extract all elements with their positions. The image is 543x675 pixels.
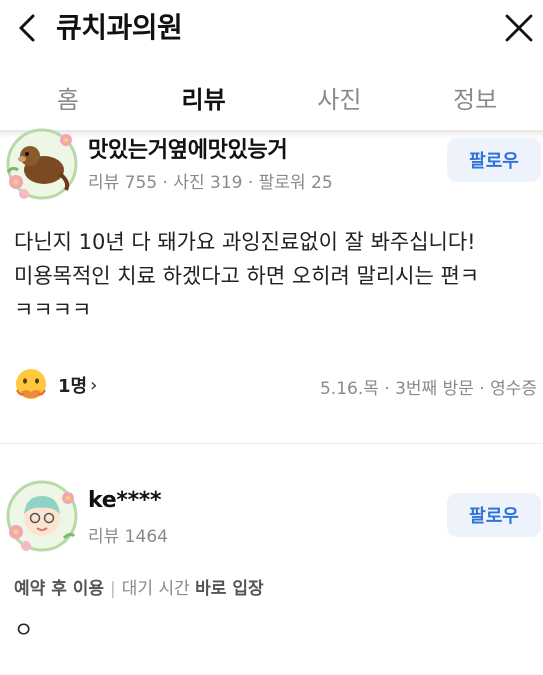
review-author-stats: 리뷰 755 · 사진 319 · 팔로워 25 (88, 173, 333, 193)
review-card: ke**** 리뷰 1464 팔로우 예약 후 이용 | 대기 시간 바로 입장 ㅇ (0, 478, 543, 675)
visit-info: 예약 후 이용 | 대기 시간 바로 입장 (14, 574, 264, 599)
emoji-face-icon (16, 369, 46, 399)
separator: | (110, 579, 116, 599)
wait-label: 대기 시간 (121, 579, 190, 599)
tab-bar: 홈 리뷰 사진 정보 (0, 64, 543, 130)
follow-button[interactable]: 팔로우 (447, 493, 541, 537)
tab-photos[interactable]: 사진 (272, 64, 408, 130)
page-title: 큐치과의원 (56, 11, 183, 44)
chevron-right-icon: › (90, 374, 98, 396)
tab-home[interactable]: 홈 (0, 64, 136, 130)
reaction-summary[interactable]: 1명 › (14, 368, 97, 402)
review-text[interactable]: 다닌지 10년 다 돼가요 과잉진료없이 잘 봐주십니다! 미용목적인 치료 하… (14, 225, 534, 327)
sea-otter-avatar-icon[interactable] (4, 126, 80, 202)
wait-value: 바로 입장 (195, 579, 264, 599)
review-username[interactable]: 맛있는거옆에맛있능거 (88, 132, 288, 164)
review-text[interactable]: ㅇ (14, 613, 534, 647)
review-card: 맛있는거옆에맛있능거 리뷰 755 · 사진 319 · 팔로워 25 팔로우 … (0, 128, 543, 442)
tab-reviews[interactable]: 리뷰 (136, 64, 272, 130)
back-button[interactable] (8, 8, 48, 48)
divider (0, 443, 543, 444)
close-icon (505, 14, 533, 42)
reservation-label: 예약 후 이용 (14, 579, 105, 599)
header: 큐치과의원 (0, 0, 543, 56)
tab-info[interactable]: 정보 (407, 64, 543, 130)
reaction-count: 1명 (58, 376, 88, 397)
person-avatar-icon[interactable] (4, 478, 80, 554)
visit-meta: 5.16.목 · 3번째 방문 · 영수증 (319, 379, 537, 399)
review-author-stats: 리뷰 1464 (88, 527, 168, 547)
review-username[interactable]: ke**** (88, 488, 161, 513)
close-button[interactable] (497, 6, 541, 50)
follow-button[interactable]: 팔로우 (447, 138, 541, 182)
chevron-left-icon (19, 14, 35, 42)
